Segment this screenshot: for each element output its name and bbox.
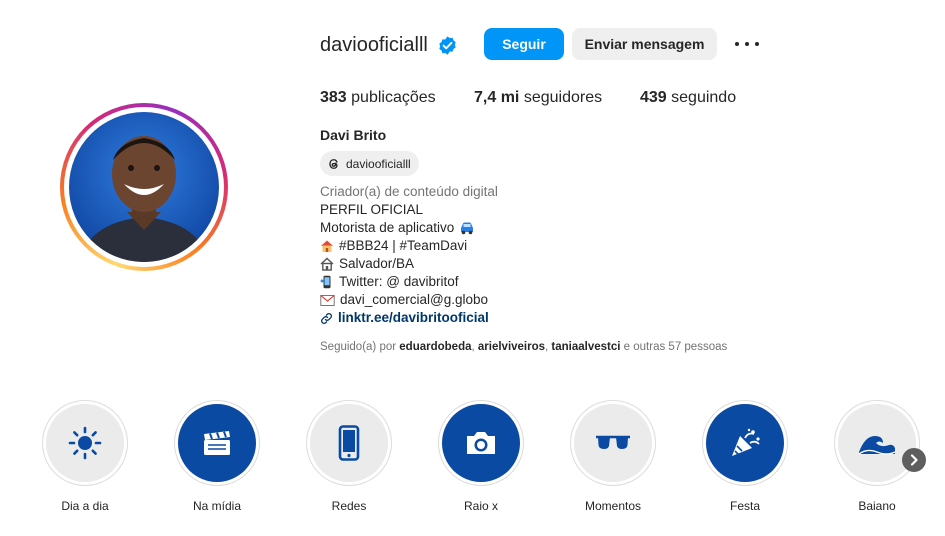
profile-avatar[interactable] <box>60 103 228 271</box>
threads-badge[interactable]: daviooficialll <box>320 151 419 176</box>
wave-icon <box>858 436 896 455</box>
posts-count: 383 <box>320 89 347 106</box>
house-icon <box>321 240 333 252</box>
sunglasses-icon <box>596 435 630 449</box>
highlight-raio-x[interactable]: Raio x <box>438 400 524 513</box>
follow-button[interactable]: Seguir <box>484 28 564 60</box>
avatar-photo <box>69 112 219 262</box>
bio-text: Motorista de aplicativo <box>320 220 455 235</box>
highlight-redes[interactable]: Redes <box>306 400 392 513</box>
followed-by-prefix: Seguido(a) por <box>320 341 397 353</box>
car-icon <box>461 222 474 235</box>
verified-badge-icon <box>439 36 456 55</box>
bio-line: Motorista de aplicativo <box>320 219 498 237</box>
following-label: seguindo <box>671 89 737 106</box>
followed-by[interactable]: Seguido(a) por eduardobeda, arielviveiro… <box>320 341 727 353</box>
highlight-festa[interactable]: Festa <box>702 400 788 513</box>
profile-bio: Criador(a) de conteúdo digital PERFIL OF… <box>320 183 498 327</box>
bio-line: #BBB24 | #TeamDavi <box>320 237 498 255</box>
bio-line: PERFIL OFICIAL <box>320 202 424 217</box>
following-count: 439 <box>640 89 667 106</box>
party-popper-icon <box>732 428 760 456</box>
profile-full-name: Davi Brito <box>320 127 387 143</box>
more-options-icon[interactable] <box>735 36 759 52</box>
followed-by-user[interactable]: eduardobeda <box>399 341 471 353</box>
highlight-na-midia[interactable]: Na mídia <box>174 400 260 513</box>
camera-icon <box>467 432 495 454</box>
followed-by-user[interactable]: arielviveiros <box>478 341 545 353</box>
sun-icon <box>68 426 102 460</box>
highlight-label: Redes <box>331 499 367 513</box>
threads-handle: daviooficialll <box>346 156 411 171</box>
profile-username: daviooficialll <box>320 34 428 56</box>
link-icon <box>321 312 332 324</box>
phone-icon <box>320 275 331 289</box>
house-icon <box>320 257 334 271</box>
highlight-label: Baiano <box>858 499 896 513</box>
highlight-label: Momentos <box>584 499 642 513</box>
followers-stat[interactable]: 7,4 mi seguidores <box>474 89 602 107</box>
chevron-right-icon <box>910 454 918 466</box>
bio-line: Twitter: @ davibritof <box>320 273 498 291</box>
highlight-label: Na mídia <box>192 499 242 513</box>
highlight-label: Festa <box>729 499 760 513</box>
bio-text: #BBB24 | #TeamDavi <box>339 238 468 253</box>
link-text[interactable]: linktr.ee/davibritooficial <box>338 309 489 327</box>
clapperboard-icon <box>204 431 230 455</box>
following-stat[interactable]: 439 seguindo <box>640 89 736 107</box>
highlight-label: Dia a dia <box>61 499 109 513</box>
highlights-next-button[interactable] <box>902 448 926 472</box>
followers-label: seguidores <box>523 89 603 106</box>
bio-line: Salvador/BA <box>320 255 498 273</box>
bio-text: Twitter: @ davibritof <box>339 274 459 289</box>
profile-category: Criador(a) de conteúdo digital <box>320 184 498 199</box>
bio-text: davi_comercial@g.globo <box>340 292 489 307</box>
highlight-label: Raio x <box>463 499 498 513</box>
posts-stat: 383 publicações <box>320 89 436 107</box>
smartphone-icon <box>338 425 360 461</box>
send-message-button[interactable]: Enviar mensagem <box>572 28 717 60</box>
threads-icon <box>329 158 338 169</box>
envelope-icon <box>320 294 335 306</box>
followed-by-suffix: e outras 57 pessoas <box>623 341 728 353</box>
bio-line: davi_comercial@g.globo <box>320 291 498 309</box>
followed-by-user[interactable]: taniaalvestci <box>551 341 620 353</box>
followers-count: 7,4 mi <box>474 89 520 106</box>
bio-text: Salvador/BA <box>339 256 415 271</box>
highlight-momentos[interactable]: Momentos <box>570 400 656 513</box>
highlight-dia-a-dia[interactable]: Dia a dia <box>42 400 128 513</box>
posts-label: publicações <box>351 89 436 106</box>
external-link[interactable]: linktr.ee/davibritooficial <box>320 309 498 327</box>
